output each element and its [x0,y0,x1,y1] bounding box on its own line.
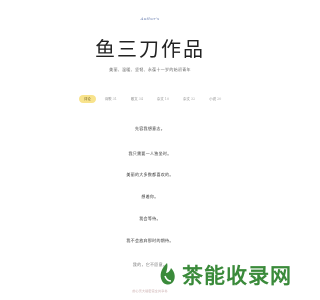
poem-line: 美丽的大多数都喜欢的。 [126,172,174,177]
tab-count: 20 [217,97,222,101]
tab-count: 31 [112,97,117,101]
tab-fiction[interactable]: 小说20 [204,95,226,103]
tab-reviews[interactable]: 评论 [79,95,96,103]
poem-line: 想着你。 [141,194,159,199]
tab-poetry[interactable]: 诗歌31 [100,95,122,103]
poem-line: 我只需要一人独坐时。 [128,151,172,156]
tab-label: 评论 [84,97,91,101]
watermark-logo-icon [160,263,175,285]
tab-label: 杂文 [183,97,190,101]
poem-line: 先容我想意志。 [134,126,166,131]
tab-essays-2[interactable]: 杂文32 [178,95,200,103]
tab-essays[interactable]: 杂文10 [152,95,174,103]
category-tabs: 评论 诗歌31 散文34 杂文10 杂文32 小说20 [79,95,226,103]
tab-count: 10 [164,97,170,101]
tab-count: 34 [138,97,143,101]
poem-line: 我会等待。 [139,216,161,221]
tab-label: 散文 [130,97,138,101]
tab-label: 杂文 [157,97,164,101]
tab-label: 小说 [209,97,216,101]
tab-label: 诗歌 [104,97,112,101]
site-subtitle: 美丽、温暖、坚韧、永葆十一岁的始初青年 [109,67,191,72]
tab-count: 32 [190,97,196,101]
page: Author's 鱼三刀作品 美丽、温暖、坚韧、永葆十一岁的始初青年 评论 诗歌… [0,0,300,300]
site-title: 鱼三刀作品 [95,37,205,61]
watermark-text: 茶能收录网 [182,264,292,288]
poem-line: 我不会放弃那时的期待。 [126,238,174,243]
watermark: 茶能收录网 [156,258,297,292]
brand-label: Author's [140,16,160,21]
tab-prose[interactable]: 散文34 [126,95,148,103]
